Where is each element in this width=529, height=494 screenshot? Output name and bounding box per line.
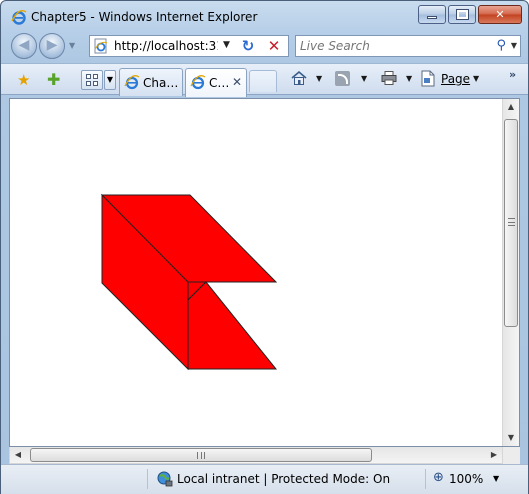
feeds-icon[interactable] [335, 71, 350, 86]
status-bar: Local intranet | Protected Mode: On ⊕ 10… [1, 464, 528, 494]
quick-tabs-icon [86, 74, 98, 86]
feeds-dropdown[interactable]: ▼ [361, 74, 367, 83]
page-dropdown[interactable]: ▼ [473, 74, 479, 83]
zone-icon[interactable] [157, 471, 173, 487]
tab-label: C… [209, 76, 230, 90]
tab-label: Cha… [143, 76, 179, 90]
caption-buttons: ✕ [416, 5, 522, 25]
page-icon[interactable] [421, 70, 435, 87]
horizontal-scrollbar[interactable]: ◀ ▶ [9, 447, 503, 464]
title-bar: Chapter5 - Windows Internet Explorer ✕ [1, 1, 528, 31]
maximize-button[interactable] [448, 5, 476, 24]
scroll-up-icon[interactable]: ▲ [503, 99, 519, 115]
tab-list-dropdown[interactable]: ▼ [104, 70, 116, 90]
ie-logo-icon [11, 9, 27, 25]
quick-tabs-button[interactable] [81, 70, 103, 90]
add-favorites-icon[interactable]: ✚ [47, 70, 60, 89]
ie-page-icon [94, 38, 108, 54]
close-button[interactable]: ✕ [478, 5, 522, 24]
search-input[interactable] [300, 38, 480, 54]
scroll-left-icon[interactable]: ◀ [10, 447, 26, 463]
home-dropdown[interactable]: ▼ [316, 74, 322, 83]
status-divider [425, 469, 426, 489]
shape-lower-wedge [187, 281, 278, 370]
zoom-icon[interactable]: ⊕ [433, 470, 444, 485]
search-icon[interactable]: ⚲ [496, 38, 506, 53]
red-3d-shape [100, 193, 278, 371]
close-tab-icon[interactable]: ✕ [232, 75, 242, 89]
horizontal-scroll-thumb[interactable] [30, 448, 372, 462]
close-icon: ✕ [495, 8, 505, 21]
ie-logo-icon [190, 75, 206, 90]
stop-icon[interactable]: ✕ [265, 37, 283, 55]
recent-pages-dropdown[interactable]: ▼ [69, 41, 79, 51]
page-viewport: ▲ ▼ [9, 98, 520, 447]
browser-window: Chapter5 - Windows Internet Explorer ✕ ◀… [0, 0, 529, 494]
minimize-icon [427, 16, 437, 19]
refresh-icon[interactable]: ↻ [239, 37, 257, 55]
address-row: ◀ ▶ ▼ http://localhost:310 ▼ ↻ ✕ ⚲ ▼ [1, 31, 528, 61]
search-box[interactable]: ⚲ ▼ [295, 35, 521, 57]
tab-chapter5-first[interactable]: Cha… [119, 68, 183, 96]
tab-command-bar: ★ ✚ ▼ Cha… C… ✕ ▼ ▼ ▼ Page ▼ » [1, 63, 528, 97]
back-arrow-icon: ◀ [18, 37, 30, 53]
scroll-right-icon[interactable]: ▶ [486, 447, 502, 463]
forward-arrow-icon: ▶ [46, 37, 58, 53]
zoom-level[interactable]: 100% [449, 472, 483, 486]
page-menu-button[interactable]: Page [441, 72, 470, 86]
ie-logo-icon [124, 75, 140, 90]
print-dropdown[interactable]: ▼ [406, 74, 412, 83]
forward-button[interactable]: ▶ [39, 33, 65, 59]
security-zone-text[interactable]: Local intranet | Protected Mode: On [177, 472, 390, 486]
search-options-dropdown[interactable]: ▼ [511, 41, 517, 50]
vertical-scrollbar[interactable]: ▲ ▼ [502, 99, 519, 446]
minimize-button[interactable] [418, 5, 446, 24]
new-tab-button[interactable] [249, 70, 277, 92]
address-dropdown-icon[interactable]: ▼ [223, 40, 230, 50]
address-input[interactable]: http://localhost:310 [114, 39, 218, 53]
scrollbar-corner [503, 447, 520, 464]
favorites-star-icon[interactable]: ★ [17, 71, 30, 89]
address-bar[interactable]: http://localhost:310 ▼ [89, 35, 289, 57]
tab-chapter5-active[interactable]: C… ✕ [185, 68, 247, 97]
back-button[interactable]: ◀ [11, 33, 37, 59]
content-canvas [100, 193, 278, 371]
status-divider [147, 469, 148, 489]
grip-icon [197, 452, 205, 459]
home-icon[interactable] [291, 70, 307, 86]
print-icon[interactable] [381, 71, 397, 85]
scroll-down-icon[interactable]: ▼ [503, 430, 519, 446]
more-commands-chevron[interactable]: » [509, 68, 516, 81]
grip-icon [508, 218, 515, 226]
zoom-dropdown[interactable]: ▼ [493, 474, 499, 483]
window-title: Chapter5 - Windows Internet Explorer [31, 10, 258, 24]
maximize-icon [455, 9, 469, 20]
vertical-scroll-thumb[interactable] [504, 119, 518, 327]
